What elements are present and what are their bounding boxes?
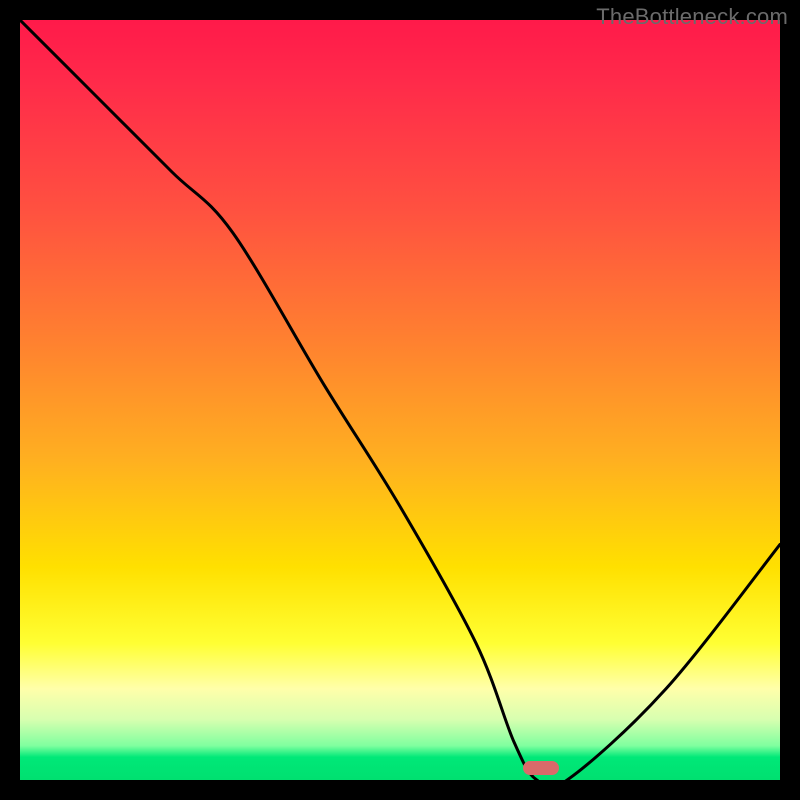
optimal-marker xyxy=(523,761,559,775)
bottleneck-curve xyxy=(20,20,780,780)
plot-area xyxy=(20,20,780,780)
watermark-text: TheBottleneck.com xyxy=(596,4,788,30)
chart-container: TheBottleneck.com xyxy=(0,0,800,800)
